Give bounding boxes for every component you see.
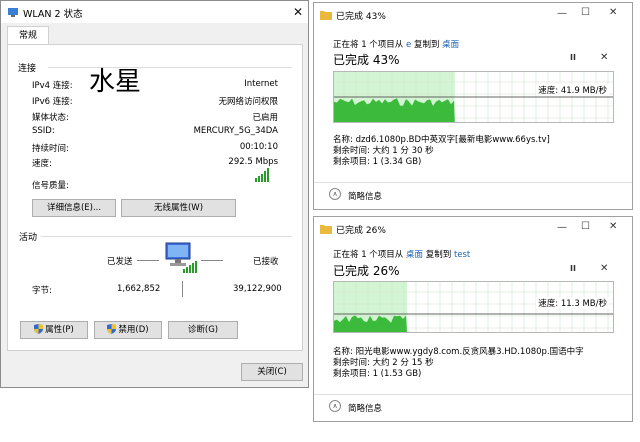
pause-icon[interactable]: II [570, 264, 576, 273]
cancel-icon[interactable]: ✕ [600, 52, 608, 63]
sent-line [137, 260, 159, 261]
ipv4-label: IPv4 连接: [32, 81, 73, 91]
divider [41, 236, 292, 237]
bytes-label: 字节: [32, 286, 52, 296]
file-info: 名称: dzd6.1080p.BD中英双字[最新电影www.66ys.tv] 剩… [333, 135, 550, 168]
copy-dialog-1: 已完成 43% — ☐ ✕ 正在将 1 个项目从 e 复制到 桌面 已完成 43… [313, 2, 633, 210]
maximize-icon[interactable]: ☐ [581, 7, 590, 18]
divider [48, 67, 292, 68]
copy-source-line: 正在将 1 个项目从 桌面 复制到 test [333, 248, 470, 260]
properties-button-label: 属性(P) [45, 325, 74, 335]
speed-label: 速度: [32, 159, 52, 169]
file-name: 名称: 阳光电影www.ygdy8.com.反贪风暴3.HD.1080p.国语中… [333, 347, 584, 357]
speed-graph: 速度: 11.3 MB/秒 [333, 281, 614, 333]
close-icon[interactable]: ✕ [609, 7, 617, 18]
speed-graph: 速度: 41.9 MB/秒 [333, 71, 614, 123]
network-computer-icon [165, 242, 197, 273]
bytes-received-value: 39,122,900 [233, 284, 282, 294]
tab-general[interactable]: 常规 [7, 26, 49, 45]
connection-section-label: 连接 [18, 64, 37, 74]
folder-icon [320, 11, 332, 20]
progress-percent: 已完成 26% [333, 264, 400, 278]
media-state-label: 媒体状态: [32, 113, 69, 123]
wlan-status-window: WLAN 2 状态 ✕ 常规 连接 水星 IPv4 连接: Internet I… [0, 0, 309, 388]
copy-source-mid: 复制到 [423, 250, 454, 260]
network-icon [8, 8, 18, 17]
received-line [201, 260, 223, 261]
destination-link[interactable]: test [454, 250, 470, 260]
speed-readout: 速度: 11.3 MB/秒 [536, 297, 609, 309]
duration-value: 00:10:10 [239, 142, 278, 152]
cancel-icon[interactable]: ✕ [600, 263, 608, 274]
folder-icon [320, 225, 332, 234]
media-state-value: 已启用 [252, 113, 278, 123]
wireless-properties-button[interactable]: 无线属性(W) [121, 199, 236, 217]
remaining-time: 剩余时间: 大约 2 分 15 秒 [333, 358, 434, 368]
copy-dialog-2: 已完成 26% — ☐ ✕ 正在将 1 个项目从 桌面 复制到 test 已完成… [313, 216, 633, 422]
speed-area [334, 315, 407, 332]
chevron-up-icon[interactable]: ∧ [329, 400, 341, 412]
duration-label: 持续时间: [32, 144, 69, 154]
copy-source-prefix: 正在将 1 个项目从 [333, 250, 407, 260]
ipv4-value: Internet [244, 79, 278, 89]
destination-link[interactable]: 桌面 [442, 40, 459, 50]
dialog-title: 已完成 43% [336, 12, 386, 22]
activity-section-label: 活动 [19, 233, 38, 243]
sent-label: 已发送 [107, 257, 133, 267]
properties-button[interactable]: 属性(P) [20, 321, 88, 339]
file-info: 名称: 阳光电影www.ygdy8.com.反贪风暴3.HD.1080p.国语中… [333, 347, 584, 380]
speed-value: 292.5 Mbps [228, 157, 278, 167]
fewer-details-link[interactable]: 简略信息 [348, 190, 382, 202]
close-button[interactable]: 关闭(C) [241, 363, 303, 381]
copy-source-line: 正在将 1 个项目从 e 复制到 桌面 [333, 38, 459, 50]
signal-quality-label: 信号质量: [32, 181, 69, 191]
ipv6-value: 无网络访问权限 [218, 97, 278, 107]
dialog-footer: ∧ 简略信息 [314, 182, 632, 209]
pause-icon[interactable]: II [570, 53, 576, 62]
speed-readout: 速度: 41.9 MB/秒 [536, 84, 609, 96]
ipv6-label: IPv6 连接: [32, 97, 73, 107]
progress-percent: 已完成 43% [333, 53, 400, 67]
maximize-icon[interactable]: ☐ [581, 221, 590, 232]
file-name: 名称: dzd6.1080p.BD中英双字[最新电影www.66ys.tv] [333, 135, 550, 145]
minimize-icon[interactable]: — [557, 8, 567, 19]
handwritten-annotation: 水星 [89, 67, 142, 97]
signal-bars-icon [255, 168, 269, 182]
dialog-footer: ∧ 简略信息 [314, 394, 632, 421]
source-link[interactable]: 桌面 [406, 250, 423, 260]
dialog-title: 已完成 26% [336, 226, 386, 236]
ssid-value: MERCURY_5G_34DA [193, 126, 278, 136]
remaining-items: 剩余项目: 1 (1.53 GB) [333, 369, 422, 379]
copy-source-mid: 复制到 [411, 40, 443, 50]
chevron-up-icon[interactable]: ∧ [329, 188, 341, 200]
copy-source-prefix: 正在将 1 个项目从 [333, 40, 407, 50]
shield-icon [34, 324, 44, 334]
bytes-divider [182, 281, 183, 297]
shield-icon [107, 324, 117, 334]
speed-graph-chart [334, 72, 613, 122]
ssid-label: SSID: [32, 126, 55, 136]
bytes-sent-value: 1,662,852 [117, 284, 161, 294]
diagnose-button[interactable]: 诊断(G) [168, 321, 238, 339]
fewer-details-link[interactable]: 简略信息 [348, 402, 382, 414]
remaining-items: 剩余项目: 1 (3.34 GB) [333, 157, 422, 167]
close-icon[interactable]: ✕ [609, 221, 617, 232]
minimize-icon[interactable]: — [557, 222, 567, 233]
received-label: 已接收 [253, 257, 279, 267]
details-button[interactable]: 详细信息(E)... [32, 199, 116, 217]
close-icon[interactable]: ✕ [293, 6, 303, 18]
window-title: WLAN 2 状态 [23, 9, 83, 20]
speed-area [334, 98, 455, 122]
remaining-time: 剩余时间: 大约 1 分 30 秒 [333, 146, 434, 156]
disable-button[interactable]: 禁用(D) [94, 321, 162, 339]
title-bar: WLAN 2 状态 ✕ [1, 1, 308, 23]
disable-button-label: 禁用(D) [118, 325, 149, 335]
